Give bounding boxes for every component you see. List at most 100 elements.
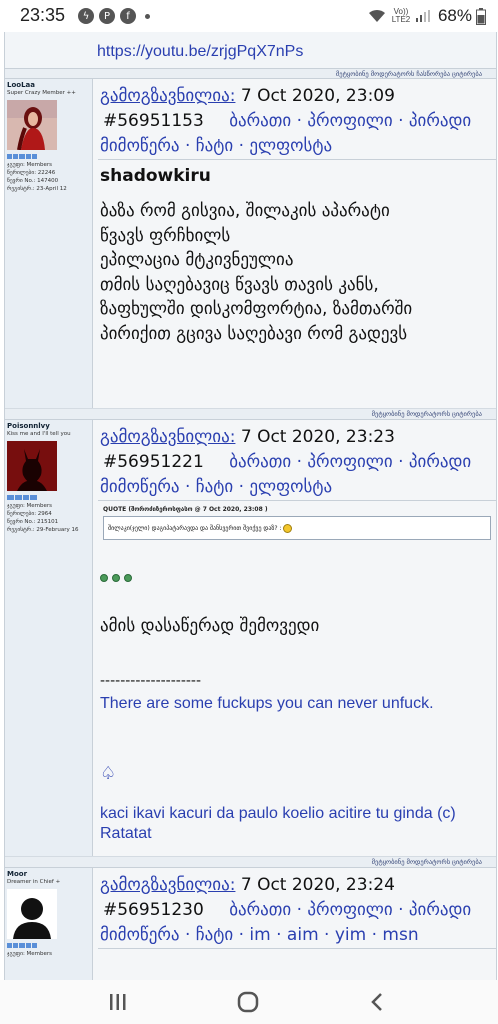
- post-body: ბაზა რომ გისვია, შილაკის აპარატი წვავს ფ…: [100, 199, 412, 346]
- post-actions-2: მიმოწერა · ჩატი · ელფოსტა: [100, 477, 333, 497]
- network-label: Vo)) LTE2: [391, 7, 411, 24]
- back-icon: [371, 993, 382, 1011]
- post: Moor Dreamer in Chief + ჯგუფი: Members გ…: [5, 868, 496, 980]
- battery-icon: [476, 7, 486, 25]
- home-icon: [237, 991, 259, 1013]
- post-id[interactable]: #56951230: [103, 900, 204, 920]
- recent-apps-button[interactable]: [98, 984, 138, 1020]
- post-actions: #56951221 ბარათი · პროფილი · პირადი: [103, 452, 472, 472]
- user-title: Super Crazy Member ++: [7, 90, 76, 96]
- profile-link[interactable]: პროფილი: [307, 900, 392, 920]
- email-link[interactable]: ელფოსტა: [249, 477, 332, 497]
- avatar[interactable]: [7, 441, 57, 491]
- chat-link[interactable]: ჩატი: [196, 136, 233, 156]
- post-footer-links[interactable]: მეტყობინე მოდერატორს ციტირება: [5, 408, 496, 419]
- rank-bar: [7, 495, 37, 500]
- avatar[interactable]: [7, 100, 57, 150]
- card-link[interactable]: ბარათი: [229, 452, 291, 472]
- post-author-panel: Moor Dreamer in Chief + ჯგუფი: Members: [5, 868, 93, 980]
- im-link[interactable]: im: [249, 925, 270, 945]
- post-id[interactable]: #56951221: [103, 452, 204, 472]
- signature-line: There are some fuckups you can never unf…: [100, 695, 434, 712]
- quote-text: შილაკი(ჯელი) დაგიპატარავდა და შანსვერით …: [108, 525, 282, 532]
- messenger-icon: ϟ: [78, 8, 94, 24]
- post-date: 7 Oct 2020, 23:09: [240, 86, 395, 106]
- pm-link[interactable]: პირადი: [409, 452, 471, 472]
- forum-thread: https://youtu.be/zrjgPqX7nPs მეტყობინე მ…: [4, 32, 497, 980]
- posted-label[interactable]: გამოგზავნილია:: [100, 875, 235, 895]
- pm-link[interactable]: პირადი: [409, 900, 471, 920]
- chat-link[interactable]: ჩატი: [196, 925, 233, 945]
- posted-label[interactable]: გამოგზავნილია:: [100, 427, 235, 447]
- username[interactable]: Moor: [7, 870, 27, 878]
- avatar[interactable]: [7, 889, 57, 939]
- username[interactable]: Poisonnlvy: [7, 422, 50, 430]
- quote-body: შილაკი(ჯელი) დაგიპატარავდა და შანსვერით …: [103, 516, 491, 540]
- post-content: გამოგზავნილია: 7 Oct 2020, 23:24 #569512…: [93, 868, 496, 980]
- emoticon-icon: [100, 574, 108, 582]
- quote-header: QUOTE (შოროძიზეროსფასო @ 7 Oct 2020, 23:…: [103, 506, 268, 513]
- pinterest-icon: P: [99, 8, 115, 24]
- post-footer-links[interactable]: მეტყობინე მოდერატორს ციტირება: [5, 856, 496, 867]
- card-link[interactable]: ბარათი: [229, 111, 291, 131]
- status-bar: 23:35 ϟ P f Vo)) LTE2 68%: [0, 0, 498, 32]
- quoted-username: shadowkiru: [100, 166, 211, 186]
- body-line: წვავს ფრჩხილს: [100, 225, 231, 246]
- chat-link[interactable]: ჩატი: [196, 477, 233, 497]
- username[interactable]: LooLaa: [7, 81, 35, 89]
- divider: [98, 159, 496, 160]
- signal-icon: [415, 10, 430, 22]
- rank-bar: [7, 943, 38, 948]
- aim-link[interactable]: aim: [287, 925, 319, 945]
- pm-link-2[interactable]: მიმოწერა: [100, 925, 180, 945]
- battery-percentage: 68%: [437, 6, 472, 25]
- profile-link[interactable]: პროფილი: [307, 111, 392, 131]
- home-button[interactable]: [228, 984, 268, 1020]
- divider: [98, 500, 496, 501]
- post-header: გამოგზავნილია: 7 Oct 2020, 23:23: [100, 427, 395, 447]
- clock: 23:35: [20, 5, 66, 25]
- email-link[interactable]: ელფოსტა: [249, 136, 332, 156]
- card-link[interactable]: ბარათი: [229, 900, 291, 920]
- post-actions-2: მიმოწერა · ჩატი · im · aim · yim · msn: [100, 925, 419, 945]
- back-button[interactable]: [357, 984, 397, 1020]
- user-join-date: რეგისტრ.: 23-April 12: [7, 186, 67, 192]
- emoticon-icon: [112, 574, 120, 582]
- divider: [98, 948, 496, 949]
- signature-separator: --------------------: [100, 673, 202, 689]
- post-date: 7 Oct 2020, 23:23: [240, 427, 395, 447]
- previous-post-footer[interactable]: მეტყობინე მოდერატორს ჩასწორება ციტირება: [5, 69, 496, 79]
- pm-link-2[interactable]: მიმოწერა: [100, 136, 180, 156]
- spade-icon: ♤: [100, 763, 117, 784]
- posted-label[interactable]: გამოგზავნილია:: [100, 86, 235, 106]
- pm-link-2[interactable]: მიმოწერა: [100, 477, 180, 497]
- body-line: ზაფხულში დისკომფორტია, ზამთარში: [100, 299, 413, 319]
- post-author-panel: Poisonnlvy Kiss me and I'll tell you ჯგუ…: [5, 420, 93, 867]
- youtube-link[interactable]: https://youtu.be/zrjgPqX7nPs: [97, 43, 303, 61]
- post-header: გამოგზავნილია: 7 Oct 2020, 23:09: [100, 86, 395, 106]
- post-date: 7 Oct 2020, 23:24: [240, 875, 395, 895]
- emoticon-icon: [124, 574, 132, 582]
- profile-link[interactable]: პროფილი: [307, 452, 392, 472]
- yim-link[interactable]: yim: [335, 925, 366, 945]
- post-header: გამოგზავნილია: 7 Oct 2020, 23:24: [100, 875, 395, 895]
- post: Poisonnlvy Kiss me and I'll tell you ჯგუ…: [5, 420, 496, 868]
- facebook-icon: f: [120, 8, 136, 24]
- msn-link[interactable]: msn: [382, 925, 418, 945]
- signature-line: kaci ikavi kacuri da paulo koelio acitir…: [100, 805, 456, 842]
- rank-bar: [7, 154, 38, 159]
- body-line: ბაზა რომ გისვია, შილაკის აპარატი: [100, 201, 390, 221]
- pm-link[interactable]: პირადი: [409, 111, 471, 131]
- user-group: ჯგუფი: Members: [7, 951, 53, 957]
- smiley-icon: [283, 524, 293, 533]
- post: LooLaa Super Crazy Member ++ ჯგუფი: Memb…: [5, 79, 496, 420]
- emoticons: [100, 574, 132, 582]
- user-title: Dreamer in Chief +: [7, 879, 61, 885]
- system-icons: Vo)) LTE2 68%: [368, 6, 486, 26]
- post-actions: #56951153 ბარათი · პროფილი · პირადი: [103, 111, 472, 131]
- user-join-date: რეგისტრ.: 29-February 16: [7, 527, 79, 533]
- body-line: თმის საღებავიც წვავს თავის კანს,: [100, 274, 379, 295]
- post-content: გამოგზავნილია: 7 Oct 2020, 23:09 #569511…: [93, 79, 496, 419]
- post-actions: #56951230 ბარათი · პროფილი · პირადი: [103, 900, 472, 920]
- post-id[interactable]: #56951153: [103, 111, 204, 131]
